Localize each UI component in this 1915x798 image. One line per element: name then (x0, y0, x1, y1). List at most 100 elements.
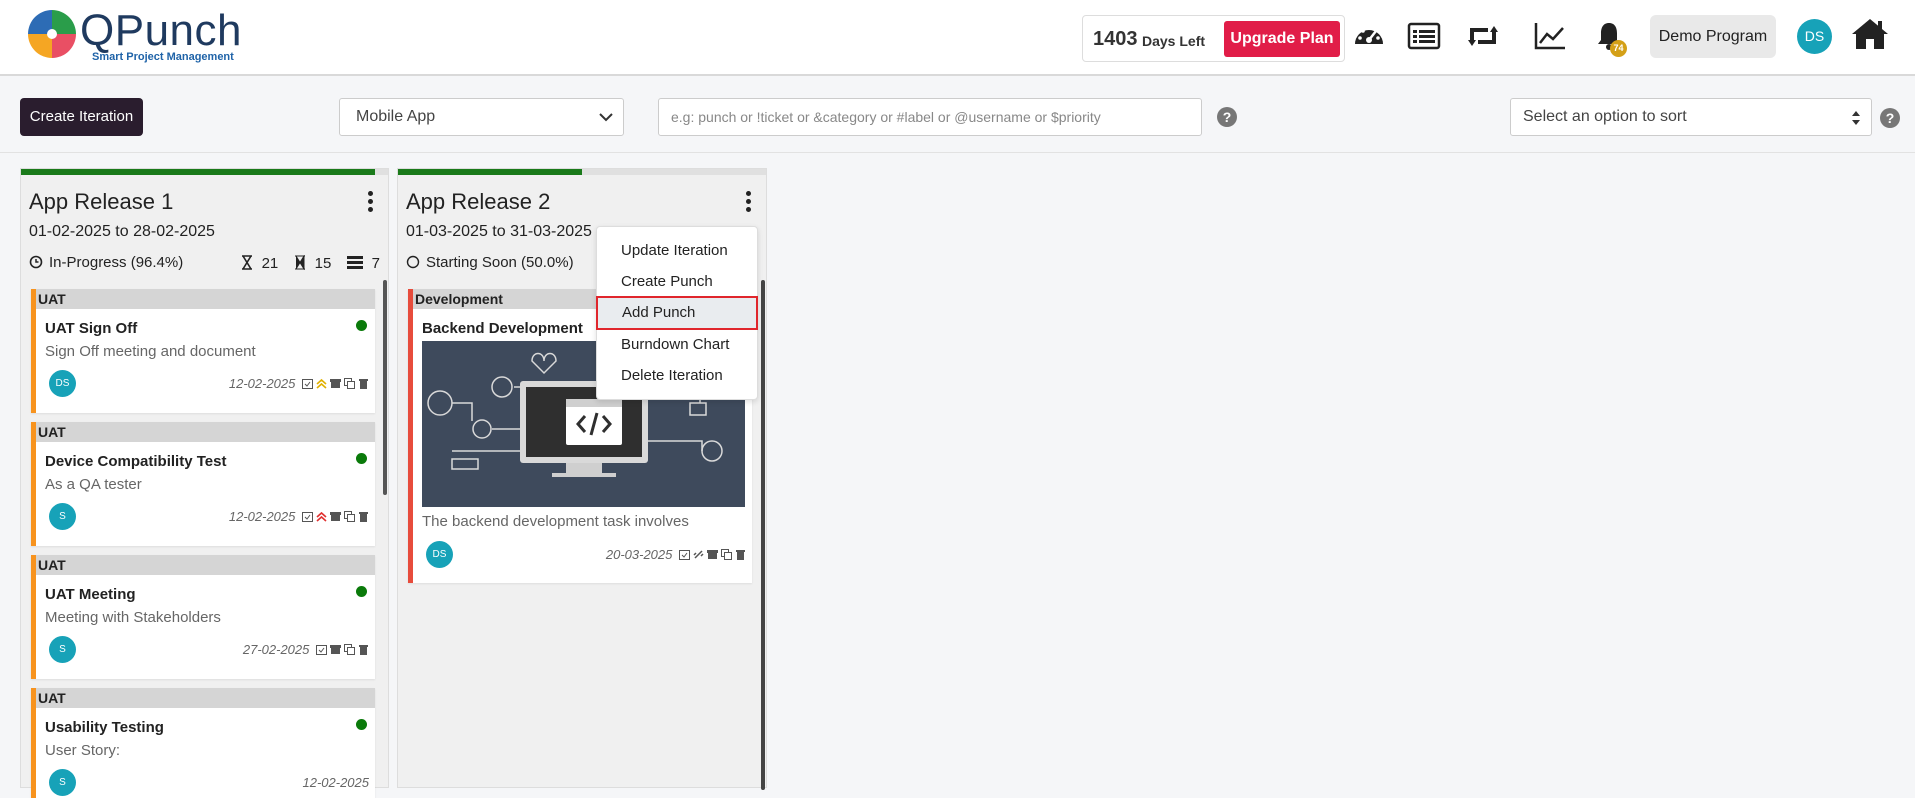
card-due-date: 27-02-2025 (242, 642, 310, 657)
column-scrollbar[interactable] (383, 280, 387, 495)
copy-icon[interactable] (344, 511, 355, 522)
iteration-title: App Release 1 (29, 189, 174, 214)
calendar-check-icon[interactable] (316, 644, 327, 655)
days-left-text: Days Left (1142, 33, 1206, 49)
copy-icon[interactable] (344, 378, 355, 389)
punch-card[interactable]: UAT Device Compatibility Test As a QA te… (31, 422, 375, 546)
project-select[interactable]: Mobile App (339, 98, 624, 136)
chevron-down-icon (599, 113, 613, 122)
brand-name: QPunch (80, 6, 242, 55)
iteration-column-app-release-1: App Release 1 01-02-2025 to 28-02-2025 I… (20, 168, 389, 798)
menu-item-delete-iteration[interactable]: Delete Iteration (597, 361, 757, 391)
punch-card[interactable]: UAT UAT Sign Off Sign Off meeting and do… (31, 289, 375, 413)
card-category: UAT (36, 688, 375, 708)
archive-icon[interactable] (330, 511, 341, 522)
archive-icon[interactable] (330, 378, 341, 389)
program-button[interactable]: Demo Program (1650, 15, 1776, 58)
stat-total: 7 (371, 255, 380, 272)
archive-icon[interactable] (707, 549, 718, 560)
card-description: As a QA tester (45, 476, 142, 493)
menu-item-burndown-chart[interactable]: Burndown Chart (597, 330, 757, 360)
days-left-box: 1403 Days Left Upgrade Plan (1082, 15, 1345, 62)
upgrade-plan-button[interactable]: Upgrade Plan (1224, 21, 1340, 57)
clock-icon (29, 255, 43, 269)
menu-item-create-punch[interactable]: Create Punch (597, 267, 757, 297)
iteration-status: In-Progress (96.4%) (29, 254, 183, 271)
project-select-value: Mobile App (356, 108, 436, 125)
punch-card[interactable]: UAT UAT Meeting Meeting with Stakeholder… (31, 555, 375, 679)
server-icon (347, 256, 364, 269)
user-avatar[interactable]: DS (1797, 19, 1832, 54)
search-input[interactable]: e.g: punch or !ticket or &category or #l… (658, 98, 1202, 136)
menu-item-add-punch[interactable]: Add Punch (596, 296, 758, 330)
iteration-menu-kebab-icon[interactable] (368, 191, 374, 213)
card-description: User Story: (45, 742, 121, 759)
card-description: The backend development task involves (422, 513, 689, 530)
days-left-number: 1403 (1093, 28, 1138, 50)
card-description: Meeting with Stakeholders (45, 609, 221, 626)
list-icon[interactable] (1407, 20, 1441, 52)
dashboard-gauge-icon[interactable] (1352, 20, 1386, 52)
hourglass-end-icon (295, 254, 306, 271)
stat-done: 15 (314, 255, 332, 272)
card-title: Backend Development (422, 320, 583, 337)
priority-up-icon (316, 378, 327, 389)
brand-tagline: Smart Project Management (92, 51, 234, 63)
calendar-check-icon[interactable] (679, 549, 690, 560)
notification-count-badge: 74 (1610, 40, 1627, 57)
iteration-menu-kebab-icon[interactable] (746, 191, 752, 213)
archive-icon[interactable] (330, 644, 341, 655)
create-iteration-button[interactable]: Create Iteration (20, 98, 143, 136)
calendar-check-icon[interactable] (302, 378, 313, 389)
copy-icon[interactable] (721, 549, 732, 560)
sort-select[interactable]: Select an option to sort (1510, 98, 1872, 136)
priority-high-icon (316, 511, 327, 522)
iteration-status: Starting Soon (50.0%) (406, 254, 574, 271)
menu-item-update-iteration[interactable]: Update Iteration (597, 236, 757, 266)
line-chart-icon[interactable] (1533, 20, 1567, 52)
status-dot (356, 453, 367, 464)
assignee-avatar[interactable]: S (49, 636, 76, 663)
trash-icon[interactable] (358, 511, 369, 522)
status-dot (356, 320, 367, 331)
top-header: QPunch Smart Project Management 1403 Day… (0, 0, 1915, 76)
home-icon[interactable] (1850, 16, 1890, 52)
iteration-dates: 01-03-2025 to 31-03-2025 (406, 223, 592, 240)
status-dot (356, 586, 367, 597)
column-scrollbar[interactable] (761, 280, 765, 790)
card-footer: 12-02-2025 (303, 775, 370, 790)
card-title: Usability Testing (45, 719, 164, 736)
card-footer: 27-02-2025 (243, 642, 369, 657)
search-help-icon[interactable]: ? (1217, 107, 1237, 127)
card-due-date: 20-03-2025 (605, 547, 673, 562)
assignee-avatar[interactable]: DS (49, 370, 76, 397)
retweet-icon[interactable] (1466, 20, 1500, 52)
copy-icon[interactable] (344, 644, 355, 655)
card-footer: 12-02-2025 (229, 509, 369, 524)
sort-select-placeholder: Select an option to sort (1523, 108, 1687, 125)
assignee-avatar[interactable]: S (49, 503, 76, 530)
sort-help-icon[interactable]: ? (1880, 108, 1900, 128)
trash-icon[interactable] (735, 549, 746, 560)
card-due-date: 12-02-2025 (228, 509, 296, 524)
calendar-check-icon[interactable] (302, 511, 313, 522)
card-category: UAT (36, 422, 375, 442)
link-icon[interactable] (693, 549, 704, 560)
iteration-stats: 21 15 7 (241, 254, 380, 272)
trash-icon[interactable] (358, 378, 369, 389)
assignee-avatar[interactable]: S (49, 769, 76, 796)
trash-icon[interactable] (358, 644, 369, 655)
sort-arrows-icon (1852, 111, 1860, 125)
iteration-dates: 01-02-2025 to 28-02-2025 (29, 223, 215, 240)
card-description: Sign Off meeting and document (45, 343, 256, 360)
card-title: UAT Meeting (45, 586, 136, 603)
card-title: UAT Sign Off (45, 320, 138, 337)
card-footer: 12-02-2025 (229, 376, 369, 391)
qpunch-logo-icon[interactable] (26, 8, 78, 60)
circle-outline-icon (406, 255, 420, 269)
assignee-avatar[interactable]: DS (426, 541, 453, 568)
punch-card[interactable]: UAT Usability Testing User Story: S 12-0… (31, 688, 375, 798)
toolbar-divider (0, 152, 1915, 153)
card-category: UAT (36, 289, 375, 309)
card-due-date: 12-02-2025 (302, 775, 370, 790)
